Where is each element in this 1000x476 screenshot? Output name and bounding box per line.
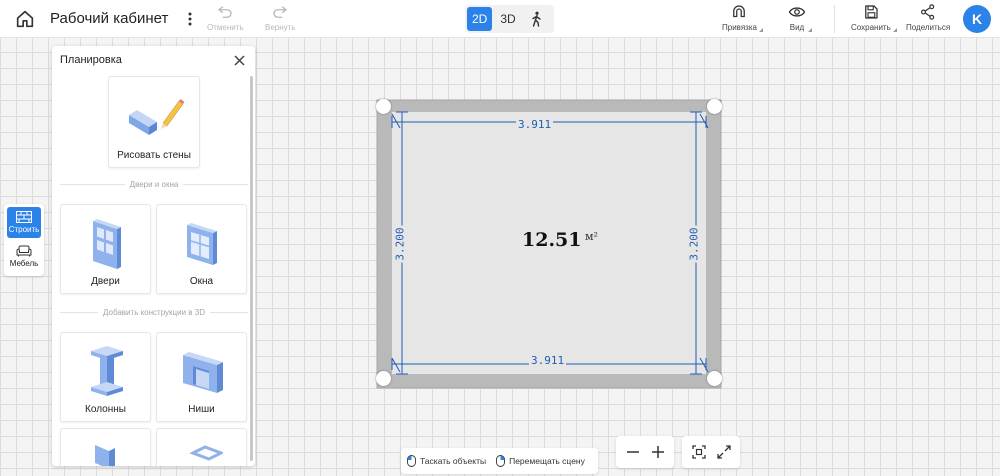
dimension-right: 3.200 [687, 225, 701, 263]
door-icon [93, 219, 121, 269]
hint-drag-objects-label: Таскать объекты [420, 456, 487, 466]
rail-build-button[interactable]: Строить [7, 207, 41, 238]
columns-label: Колонны [85, 404, 126, 415]
more-vertical-icon[interactable] [184, 9, 196, 29]
niches-label: Ниши [188, 404, 215, 415]
rail-furniture-label: Мебель [9, 259, 39, 268]
corner-handle[interactable] [707, 99, 722, 114]
redo-button[interactable]: Вернуть [265, 3, 295, 32]
mode-rail: Строить Мебель [4, 204, 44, 276]
corner-handle[interactable] [376, 371, 391, 386]
niche-icon [183, 352, 223, 393]
section-divider-doors-windows: Двери и окна [60, 180, 248, 189]
save-icon [864, 5, 878, 19]
doors-label: Двери [91, 276, 120, 287]
magnet-icon [733, 5, 746, 18]
save-button[interactable]: Сохранить [851, 3, 897, 32]
view-2d-button[interactable]: 2D [467, 7, 493, 31]
panel-scrollbar[interactable] [250, 76, 253, 461]
section-label-3d: Добавить конструкции в 3D [103, 308, 205, 317]
view-options-button[interactable]: Вид [788, 3, 812, 32]
close-icon[interactable] [234, 55, 245, 66]
share-label: Поделиться [906, 23, 951, 32]
mouse-right-click-icon [496, 455, 506, 467]
hint-move-scene: Перемещать сцену [496, 455, 585, 467]
mouse-left-click-icon [407, 455, 416, 467]
dimension-left: 3.200 [393, 225, 407, 263]
undo-icon [218, 6, 232, 18]
caret-icon [758, 28, 763, 32]
column-icon [91, 346, 123, 396]
view-controls [682, 436, 740, 468]
view-3d-button[interactable]: 3D [495, 7, 520, 31]
eye-icon [788, 7, 806, 17]
dimension-bottom: 3.911 [529, 354, 567, 367]
undo-button[interactable]: Отменить [207, 3, 244, 32]
project-title[interactable]: Рабочий кабинет [50, 10, 168, 27]
construction-icon [95, 445, 115, 466]
view-mode-toggle: 2D 3D [465, 5, 554, 33]
rail-build-label: Строить [8, 225, 40, 234]
construction-icon [189, 445, 223, 461]
undo-label: Отменить [207, 23, 244, 32]
columns-card[interactable]: Колонны [60, 332, 151, 422]
window-icon [187, 223, 217, 265]
windows-card[interactable]: Окна [156, 204, 247, 294]
user-avatar[interactable]: K [963, 5, 991, 33]
top-toolbar: Рабочий кабинет Отменить Вернуть 2D 3D П… [0, 0, 1000, 38]
redo-label: Вернуть [265, 23, 296, 32]
snap-label: Привязка [722, 23, 757, 32]
construction-card[interactable] [60, 428, 151, 466]
panel-title: Планировка [60, 54, 122, 66]
save-label: Сохранить [851, 23, 891, 32]
snap-button[interactable]: Привязка [722, 3, 763, 32]
hint-drag-objects: Таскать объекты [407, 455, 486, 467]
construction-card[interactable] [156, 428, 247, 466]
fullscreen-icon[interactable] [717, 445, 731, 459]
section-divider-3d: Добавить конструкции в 3D [60, 308, 248, 317]
hint-move-scene-label: Перемещать сцену [509, 456, 585, 466]
mouse-hints: Таскать объекты Перемещать сцену [401, 448, 598, 474]
corner-handle[interactable] [707, 371, 722, 386]
share-button[interactable]: Поделиться [906, 3, 950, 32]
dimension-top: 3.911 [516, 118, 554, 131]
draw-walls-label: Рисовать стены [117, 150, 191, 161]
caret-icon [892, 28, 897, 32]
redo-icon [273, 6, 288, 18]
fit-to-screen-icon[interactable] [692, 445, 706, 459]
niches-card[interactable]: Ниши [156, 332, 247, 422]
room-area-unit: м² [585, 230, 598, 243]
layout-panel: Планировка Рисовать стены Двери и окна Д… [52, 46, 255, 466]
brick-wall-icon [16, 211, 32, 223]
toolbar-divider [834, 5, 835, 33]
caret-icon [808, 28, 812, 32]
room-area-value: 12.51 [522, 229, 582, 251]
home-icon[interactable] [14, 8, 36, 30]
share-icon [921, 4, 935, 20]
doors-card[interactable]: Двери [60, 204, 151, 294]
windows-label: Окна [189, 276, 214, 287]
zoom-in-icon[interactable] [651, 445, 665, 459]
zoom-out-icon[interactable] [626, 445, 640, 459]
zoom-controls [616, 436, 674, 468]
corner-handle[interactable] [376, 99, 391, 114]
walking-person-icon [532, 11, 542, 27]
wall-pencil-icon [129, 99, 185, 135]
draw-walls-card[interactable]: Рисовать стены [108, 76, 200, 168]
sofa-icon [16, 245, 32, 257]
walk-mode-button[interactable] [524, 7, 549, 31]
rail-furniture-button[interactable]: Мебель [7, 241, 41, 272]
section-label-doors-windows: Двери и окна [129, 180, 179, 189]
view-options-label: Вид [789, 23, 805, 32]
